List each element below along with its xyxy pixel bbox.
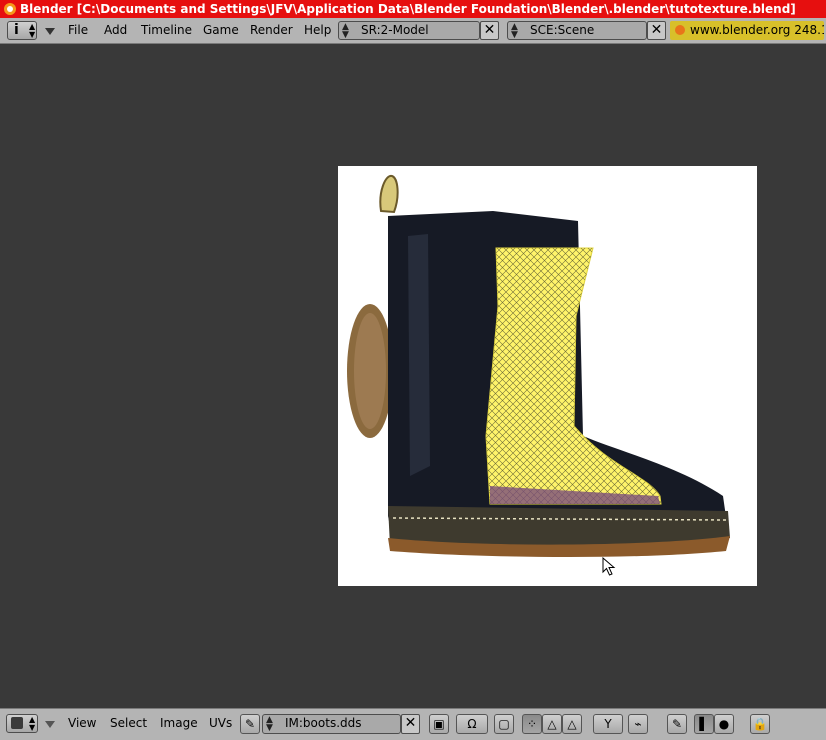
- lock-icon[interactable]: 🔒: [750, 714, 770, 734]
- screen-selector[interactable]: ▲ ▼ SR:2-Model: [338, 21, 480, 40]
- updown-icon: ▲ ▼: [29, 715, 36, 732]
- record-icon[interactable]: ●: [714, 714, 734, 734]
- alpha-display-icon[interactable]: ▌: [694, 714, 714, 734]
- pen-icon[interactable]: ✎: [240, 714, 260, 734]
- blender-logo-icon: [4, 3, 16, 15]
- menu-add[interactable]: Add: [104, 23, 127, 37]
- info-header: i ▲ ▼ File Add Timeline Game Render Help …: [0, 18, 826, 44]
- screen-name: SR:2-Model: [361, 23, 429, 37]
- blender-logo-icon: [675, 25, 685, 35]
- window-title-bar: Blender [C:\Documents and Settings\JFV\A…: [0, 0, 826, 18]
- pivot-icon[interactable]: Ω: [456, 714, 488, 734]
- uv-image-editor-canvas[interactable]: [0, 44, 826, 708]
- pull-tab-icon: [379, 174, 399, 214]
- updown-icon: ▲ ▼: [29, 22, 36, 39]
- face-select-icon[interactable]: △: [562, 714, 582, 734]
- menu-uvs[interactable]: UVs: [209, 716, 232, 730]
- sync-select-icon[interactable]: ▢: [494, 714, 514, 734]
- pack-image-icon[interactable]: ▣: [429, 714, 449, 734]
- boot-texture-art: [347, 174, 730, 558]
- scene-name: SCE:Scene: [530, 23, 595, 37]
- info-icon: i: [14, 22, 19, 38]
- collapse-menu-icon[interactable]: [45, 28, 55, 35]
- menu-game[interactable]: Game: [203, 23, 239, 37]
- image-editor-header: ▲ ▼ View Select Image UVs ✎ ▲ ▼ IM:boots.d…: [0, 708, 826, 740]
- image-name: IM:boots.dds: [285, 716, 362, 730]
- menu-select[interactable]: Select: [110, 716, 147, 730]
- updown-icon: ▲ ▼: [342, 22, 349, 40]
- texture-image: [338, 166, 757, 586]
- sticky-mode-icon[interactable]: Y: [593, 714, 623, 734]
- image-selector[interactable]: ▲ ▼ IM:boots.dds: [262, 714, 401, 734]
- editor-type-button[interactable]: ▲ ▼: [6, 714, 38, 733]
- delete-screen-button[interactable]: ✕: [480, 21, 499, 40]
- menu-file[interactable]: File: [68, 23, 88, 37]
- editor-type-button[interactable]: i ▲ ▼: [7, 21, 37, 40]
- window-title: Blender [C:\Documents and Settings\JFV\A…: [20, 2, 796, 16]
- unlink-image-button[interactable]: ✕: [401, 714, 420, 734]
- mouse-cursor-icon: [602, 557, 616, 576]
- image-editor-icon: [11, 717, 23, 729]
- proportional-edit-icon[interactable]: ⌁: [628, 714, 648, 734]
- menu-timeline[interactable]: Timeline: [141, 23, 192, 37]
- menu-render[interactable]: Render: [250, 23, 293, 37]
- updown-icon: ▲ ▼: [266, 715, 273, 733]
- menu-help[interactable]: Help: [304, 23, 331, 37]
- delete-scene-button[interactable]: ✕: [647, 21, 666, 40]
- website-link[interactable]: www.blender.org 248.1: [670, 21, 824, 40]
- website-text: www.blender.org 248.1: [690, 23, 824, 37]
- vertex-select-icon[interactable]: ⁘: [522, 714, 542, 734]
- updown-icon: ▲ ▼: [511, 22, 518, 40]
- scene-selector[interactable]: ▲ ▼ SCE:Scene: [507, 21, 647, 40]
- collapse-menu-icon[interactable]: [45, 721, 55, 728]
- edge-select-icon[interactable]: △: [542, 714, 562, 734]
- menu-image[interactable]: Image: [160, 716, 198, 730]
- menu-view[interactable]: View: [68, 716, 96, 730]
- paint-icon[interactable]: ✎: [667, 714, 687, 734]
